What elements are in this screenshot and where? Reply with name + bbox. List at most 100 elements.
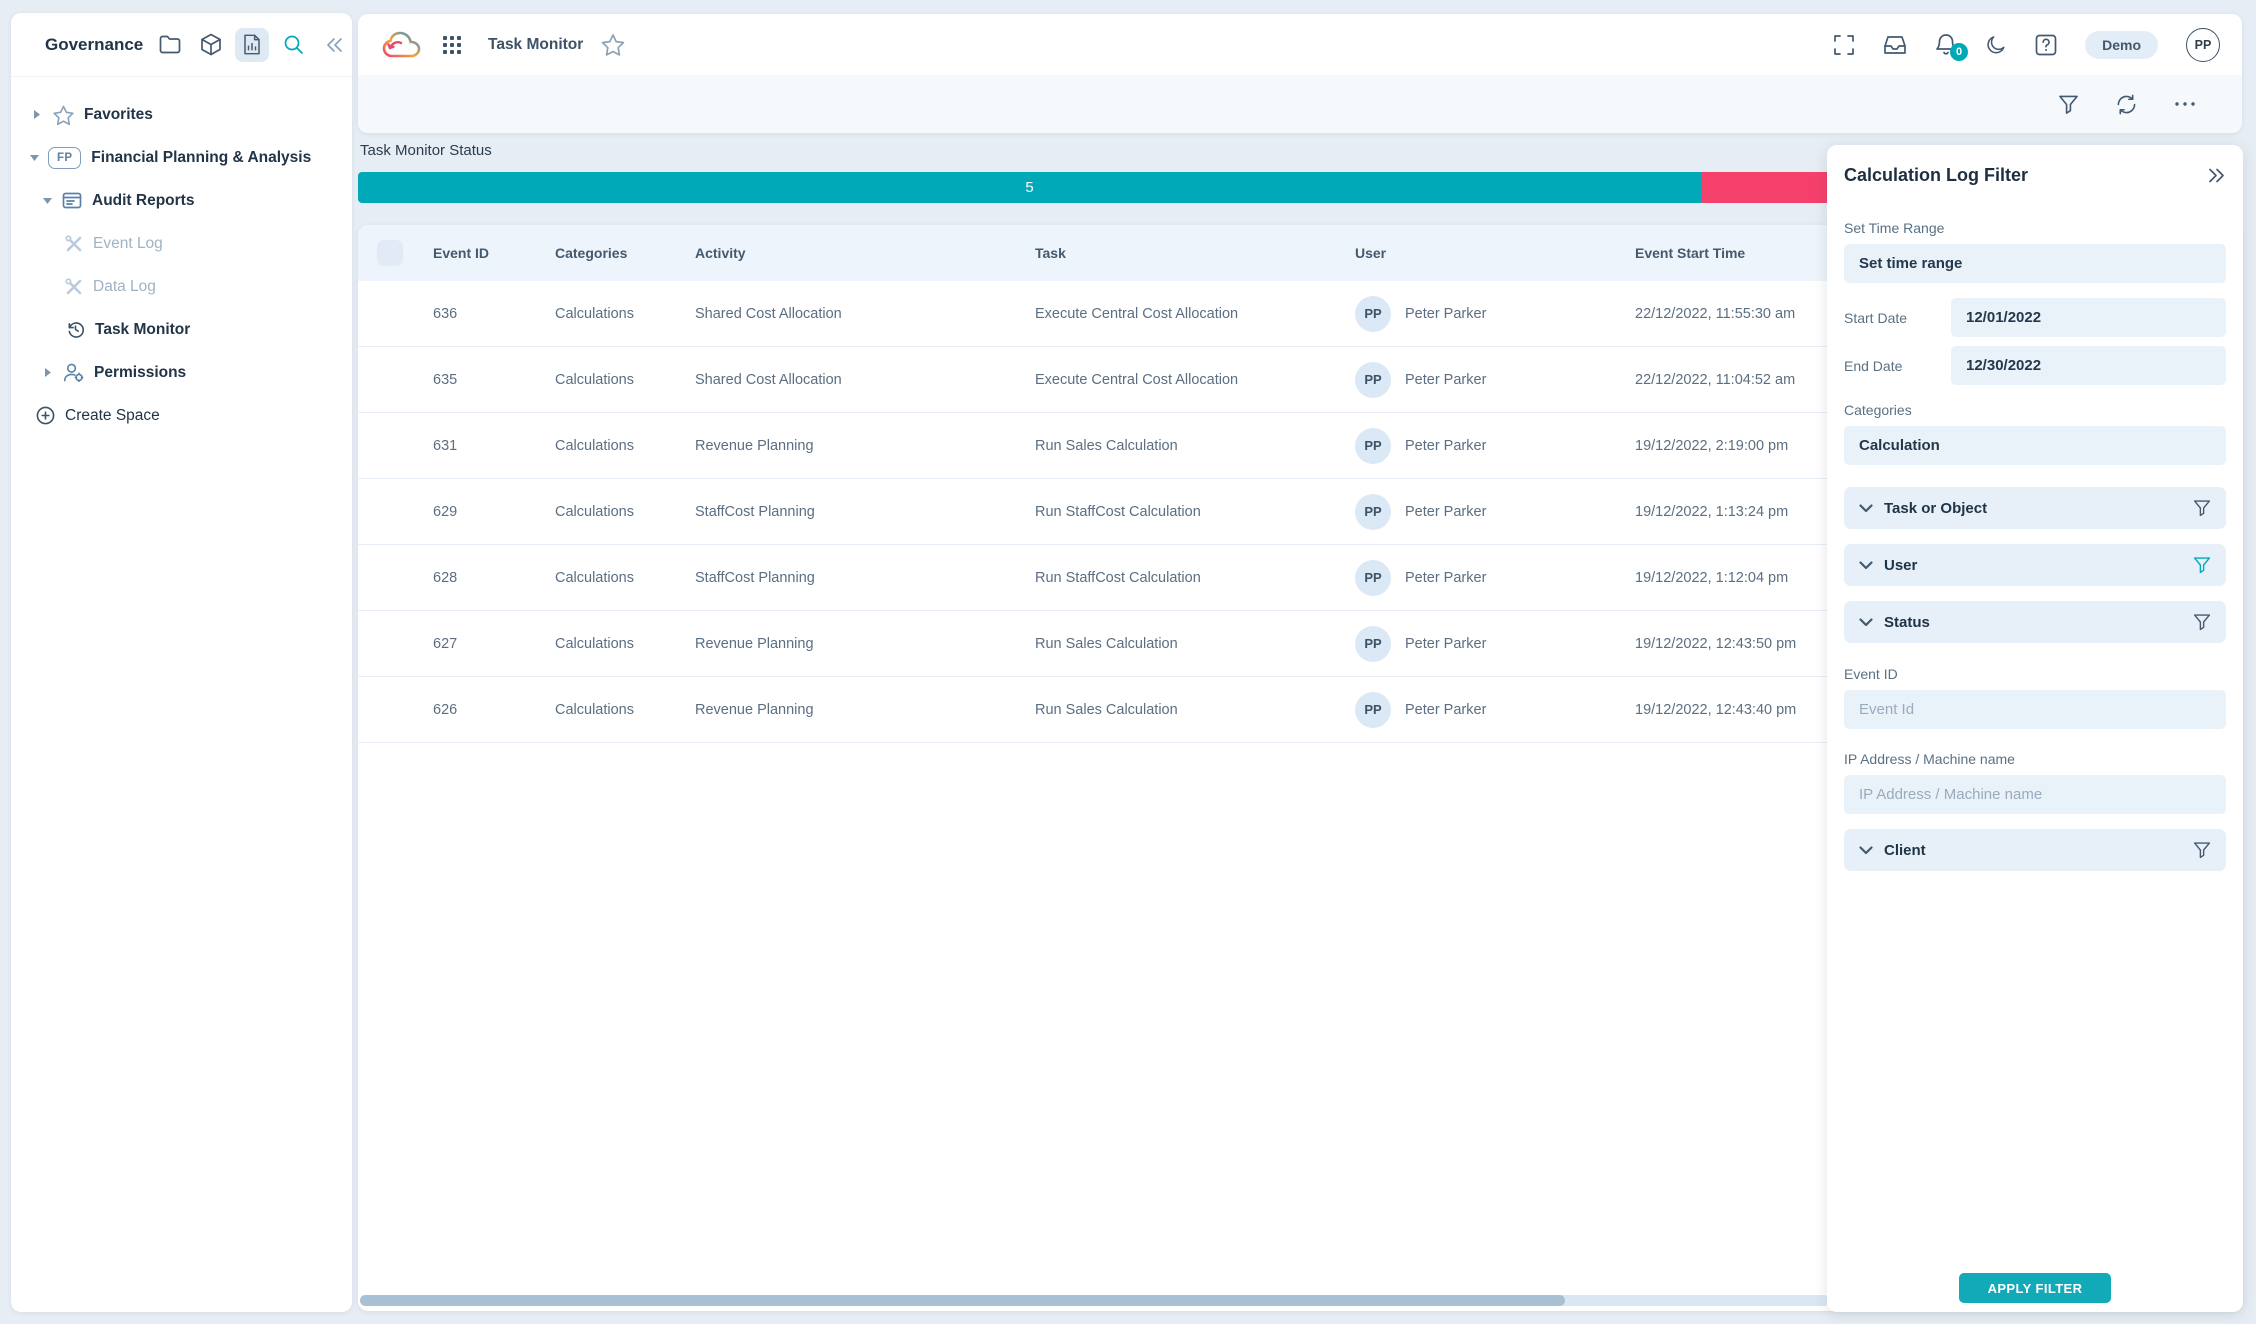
user-avatar: PP: [1355, 560, 1391, 596]
ip-address-label: IP Address / Machine name: [1844, 751, 2226, 767]
ip-address-input[interactable]: [1844, 775, 2226, 814]
caret-right-icon: [44, 367, 52, 378]
sidebar-item-favorites[interactable]: Favorites: [11, 93, 352, 136]
star-icon: [53, 105, 74, 125]
sidebar-tree: Favorites FP Financial Planning & Analys…: [11, 77, 352, 437]
search-icon: [283, 34, 304, 55]
history-icon: [66, 320, 85, 339]
chevron-down-icon: [1859, 846, 1873, 855]
sidebar-item-create-space[interactable]: Create Space: [11, 394, 352, 437]
section-filter-icon[interactable]: [2193, 613, 2211, 631]
sidebar-item-audit-reports[interactable]: Audit Reports: [11, 179, 352, 222]
cell-categories: Calculations: [555, 504, 695, 520]
event-id-label: Event ID: [1844, 666, 2226, 682]
cell-task: Execute Central Cost Allocation: [1035, 306, 1355, 322]
models-view-button[interactable]: [194, 28, 228, 62]
more-options-icon[interactable]: [2174, 101, 2196, 107]
status-bar-success-segment[interactable]: 5: [358, 172, 1701, 203]
user-name: Peter Parker: [1405, 504, 1486, 520]
cell-categories: Calculations: [555, 438, 695, 454]
user-avatar: PP: [1355, 626, 1391, 662]
section-filter-icon[interactable]: [2193, 499, 2211, 517]
section-task-or-object[interactable]: Task or Object: [1844, 487, 2226, 529]
dark-mode-moon-icon[interactable]: [1985, 34, 2007, 56]
section-filter-icon[interactable]: [2193, 841, 2211, 859]
sidebar-item-financial-planning[interactable]: FP Financial Planning & Analysis: [11, 136, 352, 179]
column-header-user[interactable]: User: [1355, 245, 1635, 261]
cell-activity: Revenue Planning: [695, 636, 1035, 652]
set-time-range-label: Set Time Range: [1844, 220, 2226, 236]
collapse-panel-icon[interactable]: [2207, 167, 2226, 184]
status-section-title: Task Monitor Status: [360, 142, 492, 159]
select-all-checkbox[interactable]: [377, 240, 403, 266]
user-avatar: PP: [1355, 692, 1391, 728]
user-avatar: PP: [1355, 428, 1391, 464]
notifications-button[interactable]: 0: [1935, 33, 1957, 57]
cell-activity: StaffCost Planning: [695, 570, 1035, 586]
set-time-range-select[interactable]: Set time range: [1844, 244, 2226, 283]
section-filter-icon[interactable]: [2193, 556, 2211, 574]
cell-event-id: 629: [433, 504, 555, 520]
end-date-input[interactable]: [1951, 346, 2226, 385]
refresh-icon[interactable]: [2115, 94, 2138, 115]
section-user[interactable]: User: [1844, 544, 2226, 586]
column-header-categories[interactable]: Categories: [555, 245, 695, 261]
event-id-input[interactable]: [1844, 690, 2226, 729]
cell-event-id: 626: [433, 702, 555, 718]
status-success-count: 5: [1025, 179, 1033, 196]
space-name: Governance: [45, 35, 143, 55]
user-name: Peter Parker: [1405, 570, 1486, 586]
help-icon[interactable]: [2035, 34, 2057, 56]
space-initials-badge: FP: [48, 147, 81, 169]
cell-activity: Revenue Planning: [695, 438, 1035, 454]
calculation-log-filter-panel: Calculation Log Filter Set Time Range Se…: [1827, 145, 2243, 1312]
fullscreen-icon[interactable]: [1833, 34, 1855, 56]
categories-input[interactable]: [1844, 426, 2226, 465]
section-status[interactable]: Status: [1844, 601, 2226, 643]
section-client[interactable]: Client: [1844, 829, 2226, 871]
cell-event-id: 636: [433, 306, 555, 322]
reports-view-button[interactable]: [235, 28, 269, 62]
cell-user: PPPeter Parker: [1355, 428, 1635, 464]
user-name: Peter Parker: [1405, 702, 1486, 718]
cube-icon: [200, 33, 222, 56]
sidebar-item-permissions[interactable]: Permissions: [11, 351, 352, 394]
cell-categories: Calculations: [555, 702, 695, 718]
app-grid-icon[interactable]: [442, 35, 462, 55]
filter-icon[interactable]: [2058, 94, 2079, 115]
column-header-event-id[interactable]: Event ID: [433, 245, 555, 261]
cell-user: PPPeter Parker: [1355, 296, 1635, 332]
user-name: Peter Parker: [1405, 636, 1486, 652]
apply-filter-button[interactable]: APPLY FILTER: [1959, 1273, 2111, 1303]
user-gear-icon: [63, 363, 84, 382]
demo-badge[interactable]: Demo: [2085, 31, 2158, 59]
caret-right-icon: [33, 109, 41, 120]
cell-user: PP Peter Parker: [1355, 626, 1635, 662]
sidebar-item-task-monitor[interactable]: Task Monitor: [11, 308, 352, 351]
start-date-input[interactable]: [1951, 298, 2226, 337]
cell-task: Run StaffCost Calculation: [1035, 570, 1355, 586]
folder-icon: [159, 35, 181, 54]
cell-event-id: 631: [433, 438, 555, 454]
horizontal-scrollbar-thumb[interactable]: [360, 1295, 1565, 1306]
search-button[interactable]: [276, 28, 310, 62]
inbox-icon[interactable]: [1883, 34, 1907, 55]
user-avatar[interactable]: PP: [2186, 28, 2220, 62]
folders-view-button[interactable]: [153, 28, 187, 62]
cell-event-id: 628: [433, 570, 555, 586]
end-date-label: End Date: [1844, 358, 1951, 374]
column-header-task[interactable]: Task: [1035, 245, 1355, 261]
report-file-icon: [243, 34, 261, 55]
cell-task: Run Sales Calculation: [1035, 702, 1355, 718]
collapse-sidebar-button[interactable]: [317, 28, 351, 62]
cell-task: Run Sales Calculation: [1035, 636, 1355, 652]
column-header-activity[interactable]: Activity: [695, 245, 1035, 261]
favorite-star-icon[interactable]: [601, 33, 625, 56]
cell-task: Execute Central Cost Allocation: [1035, 372, 1355, 388]
user-name: Peter Parker: [1405, 306, 1486, 322]
page-title: Task Monitor: [488, 36, 583, 54]
sidebar-item-event-log[interactable]: Event Log: [11, 222, 352, 265]
chevron-down-icon: [1859, 618, 1873, 627]
sidebar-item-data-log[interactable]: Data Log: [11, 265, 352, 308]
report-list-icon: [62, 192, 82, 209]
